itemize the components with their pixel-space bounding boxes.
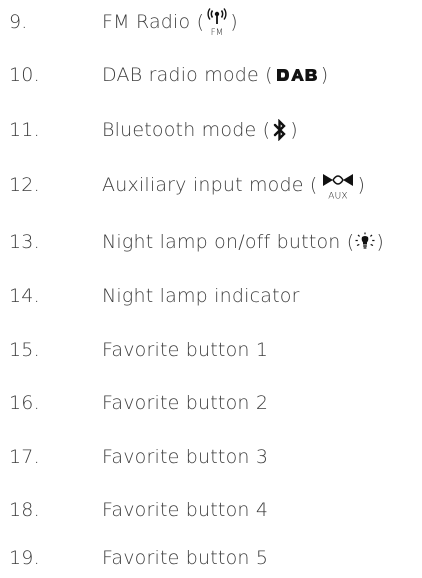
- fm-caption: FM: [211, 28, 224, 37]
- item-label: Auxiliary input mode ( AUX ): [102, 170, 365, 200]
- item-label: Favorite button 1: [102, 339, 269, 361]
- item-text-before: Night lamp on/off button (: [102, 231, 355, 253]
- item-text-after: ): [230, 11, 238, 33]
- item-label: FM Radio ( FM ): [102, 7, 238, 37]
- legend-item-favorite-4: 18. Favorite button 4: [0, 490, 422, 530]
- item-text-before: Bluetooth mode (: [102, 119, 271, 141]
- item-text-after: ): [357, 174, 366, 196]
- legend-item-dab-mode: 10. DAB radio mode ( ): [0, 55, 422, 95]
- item-label: Bluetooth mode ( ): [102, 119, 298, 141]
- fm-antenna-icon: FM: [207, 7, 227, 37]
- item-text-after: ): [290, 119, 298, 141]
- item-text-before: FM Radio (: [102, 11, 205, 33]
- item-text-after: ): [376, 231, 385, 253]
- item-number: 11.: [9, 119, 40, 141]
- aux-caption: AUX: [328, 192, 348, 201]
- legend-item-favorite-1: 15. Favorite button 1: [0, 330, 422, 370]
- item-number: 13.: [9, 231, 40, 253]
- item-label: Favorite button 5: [102, 547, 269, 569]
- item-number: 18.: [9, 499, 40, 521]
- item-text-before: Auxiliary input mode (: [102, 174, 318, 196]
- item-number: 16.: [9, 392, 40, 414]
- night-lamp-icon: [355, 232, 375, 252]
- item-label: Favorite button 4: [102, 499, 269, 521]
- bluetooth-icon: [273, 119, 287, 141]
- item-number: 12.: [9, 174, 40, 196]
- legend-item-night-lamp-button: 13. Night lamp on/off button ( ): [0, 222, 422, 262]
- aux-input-icon: AUX: [321, 170, 355, 200]
- item-label: DAB radio mode ( ): [102, 64, 328, 86]
- legend-item-favorite-5: 19. Favorite button 5: [0, 538, 422, 578]
- item-label: Favorite button 2: [102, 392, 269, 414]
- control-legend-list: 9. FM Radio ( FM ) 10. DAB radio mode (: [0, 0, 422, 578]
- legend-item-bluetooth-mode: 11. Bluetooth mode ( ): [0, 110, 422, 150]
- item-text-after: ): [320, 64, 329, 86]
- item-label: Night lamp indicator: [102, 285, 300, 307]
- item-number: 19.: [9, 547, 40, 569]
- legend-item-aux-mode: 12. Auxiliary input mode ( AUX ): [0, 165, 422, 205]
- item-label: Night lamp on/off button ( ): [102, 231, 384, 253]
- item-number: 15.: [9, 339, 40, 361]
- item-label: Favorite button 3: [102, 446, 269, 468]
- legend-item-favorite-3: 17. Favorite button 3: [0, 437, 422, 477]
- item-number: 17.: [9, 446, 40, 468]
- dab-logo-icon: [276, 67, 318, 83]
- legend-item-fm-radio: 9. FM Radio ( FM ): [0, 2, 422, 42]
- legend-item-night-lamp-indicator: 14. Night lamp indicator: [0, 276, 422, 316]
- item-text-before: DAB radio mode (: [102, 64, 273, 86]
- legend-item-favorite-2: 16. Favorite button 2: [0, 383, 422, 423]
- item-number: 9.: [9, 11, 28, 33]
- item-number: 14.: [9, 285, 40, 307]
- item-number: 10.: [9, 64, 40, 86]
